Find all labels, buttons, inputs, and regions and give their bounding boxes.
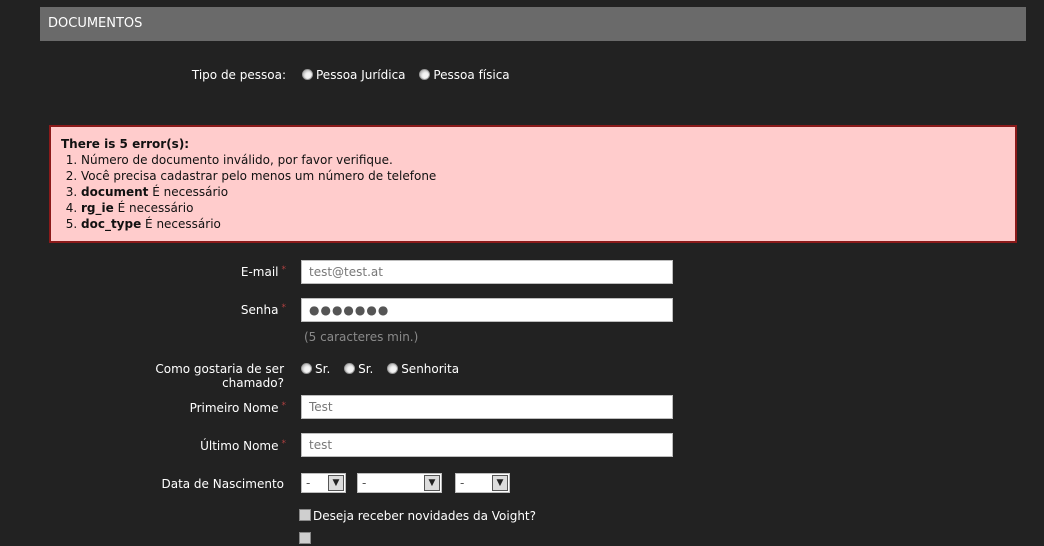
radio-option-sr-2[interactable]: Sr. <box>344 362 373 376</box>
last-name-field[interactable]: test <box>301 433 673 457</box>
radio-icon[interactable] <box>301 363 312 374</box>
required-mark: * <box>281 303 287 313</box>
newsletter-option[interactable]: Deseja receber novidades da Voight? <box>299 509 536 523</box>
birth-year-select[interactable]: - ▼ <box>455 473 510 493</box>
first-name-field[interactable]: Test <box>301 395 673 419</box>
salutation-label: Como gostaria de ser chamado? <box>155 362 284 390</box>
last-name-label: Último Nome * <box>200 439 287 453</box>
newsletter-checkbox[interactable] <box>299 509 311 521</box>
radio-icon[interactable] <box>419 69 431 80</box>
error-title: There is 5 error(s): <box>61 137 190 151</box>
radio-option-senhorita[interactable]: Senhorita <box>387 362 459 376</box>
newsletter-label: Deseja receber novidades da Voight? <box>313 509 536 523</box>
error-item: document É necessário <box>81 184 1005 200</box>
section-header-documentos: DOCUMENTOS <box>40 7 1026 41</box>
error-item: rg_ie É necessário <box>81 200 1005 216</box>
email-label: E-mail * <box>240 265 287 279</box>
person-type-label: Tipo de pessoa: <box>191 68 286 82</box>
partial-checkbox[interactable] <box>299 532 313 546</box>
error-item: Número de documento inválido, por favor … <box>81 152 1005 168</box>
person-type-radio-group: Pessoa Jurídica Pessoa física <box>302 68 520 82</box>
error-item: Você precisa cadastrar pelo menos um núm… <box>81 168 1005 184</box>
required-mark: * <box>281 439 287 449</box>
password-label: Senha * <box>240 303 287 317</box>
radio-icon[interactable] <box>344 363 356 374</box>
error-message-box: There is 5 error(s): Número de documento… <box>49 125 1017 243</box>
birth-month-select[interactable]: - ▼ <box>357 473 442 493</box>
error-item: doc_type É necessário <box>81 216 1005 232</box>
birth-day-select[interactable]: - ▼ <box>301 473 346 493</box>
radio-icon[interactable] <box>302 69 313 80</box>
error-list: Número de documento inválido, por favor … <box>61 152 1005 232</box>
radio-option-fisica[interactable]: Pessoa física <box>419 68 510 82</box>
salutation-radio-group: Sr. Sr. Senhorita <box>301 362 469 376</box>
first-name-label: Primeiro Nome * <box>189 401 287 415</box>
radio-option-sr-1[interactable]: Sr. <box>301 362 330 376</box>
password-field[interactable]: ●●●●●●● <box>301 298 673 322</box>
required-mark: * <box>281 265 287 275</box>
radio-icon[interactable] <box>387 363 399 374</box>
chevron-down-icon[interactable]: ▼ <box>328 475 344 491</box>
required-mark: * <box>281 401 287 411</box>
email-field[interactable]: test@test.at <box>301 260 673 284</box>
password-hint: (5 caracteres min.) <box>304 330 419 344</box>
radio-option-juridica[interactable]: Pessoa Jurídica <box>302 68 406 82</box>
birth-date-label: Data de Nascimento <box>161 477 284 491</box>
chevron-down-icon[interactable]: ▼ <box>492 475 508 491</box>
chevron-down-icon[interactable]: ▼ <box>424 475 440 491</box>
checkbox-icon[interactable] <box>299 532 311 544</box>
